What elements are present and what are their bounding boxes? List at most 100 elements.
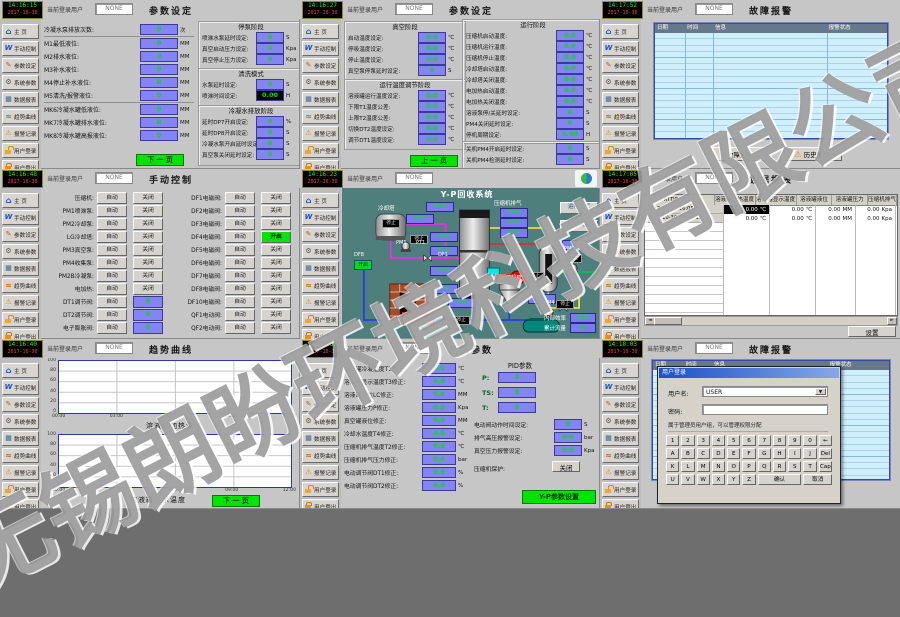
state-button[interactable]: 关闭 [133,231,163,243]
sidebar-item[interactable]: 数据报表 [2,261,39,276]
param-value-field[interactable]: 0.0 [556,63,584,74]
keyboard-key[interactable]: Del [819,448,832,459]
keyboard-key[interactable]: R [773,461,786,472]
report-cell[interactable]: 0.00MM [815,205,855,214]
keyboard-key[interactable]: F [742,448,755,459]
sidebar-item[interactable]: 主 页 [302,363,339,378]
keyboard-key[interactable]: 7 [758,435,771,446]
sidebar-item[interactable]: 趋势曲线 [302,109,339,124]
sidebar-item[interactable]: 数据报表 [302,431,339,446]
param-value-field[interactable]: 0 [554,419,582,430]
history-alarm-button[interactable]: ⚠历史报警 [782,147,842,161]
sidebar-item[interactable]: 用户登出 [302,329,339,339]
sidebar-item[interactable]: 报警记录 [302,126,339,141]
keyboard-key[interactable]: S [788,461,801,472]
auto-button[interactable]: 自动 [225,218,255,230]
sidebar-item[interactable]: 数据报表 [602,261,639,276]
param-value-field[interactable]: 0 [256,43,284,54]
sidebar-item[interactable]: 手动控制 [302,380,339,395]
state-button[interactable]: 关闭 [133,192,163,204]
sidebar-item[interactable]: 参数设定 [2,58,39,73]
report-table[interactable]: RTDB_Time溶液罐加热温度溶液罐显示温度溶液罐液位溶液罐压力压缩机排气 2… [644,194,898,316]
state-button[interactable]: 0 [133,309,163,321]
param-value-field[interactable]: 0.0 [422,480,456,491]
settings-button[interactable]: 设置 [848,326,896,337]
keyboard-key[interactable]: 0 [803,435,816,446]
sidebar-item[interactable]: 用户登录 [602,312,639,327]
state-button[interactable]: 关闭 [261,322,291,334]
param-value-field[interactable]: 0 [140,104,178,115]
sidebar-item[interactable]: 参数设定 [602,58,639,73]
sidebar-item[interactable]: 数据报表 [2,431,39,446]
keyboard-key[interactable]: 1 [666,435,679,446]
sidebar-item[interactable]: 主 页 [302,24,339,39]
param-value-field[interactable]: 0.0 [418,54,446,65]
auto-button[interactable]: 自动 [97,322,127,334]
sidebar-item[interactable]: 数据报表 [302,261,339,276]
sidebar-item[interactable]: 趋势曲线 [602,109,639,124]
report-cell[interactable]: 0.00℃ [769,205,815,214]
param-value-field[interactable]: 0 [256,32,284,43]
auto-button[interactable]: 自动 [97,192,127,204]
keyboard-key[interactable]: 4 [712,435,725,446]
keyboard-key[interactable]: 5 [727,435,740,446]
sidebar-item[interactable]: 系统参数 [302,414,339,429]
auto-button[interactable]: 自动 [97,231,127,243]
sidebar-item[interactable]: 数据报表 [602,92,639,107]
alarm-table[interactable]: 日期时间信息报警状态 [654,23,888,139]
keyboard-key[interactable]: D [712,448,725,459]
param-value-field[interactable]: 0.0 [422,402,456,413]
sidebar-item[interactable]: 参数设定 [602,397,639,412]
param-value-field[interactable]: 0 [140,90,178,101]
state-button[interactable]: 关闭 [261,192,291,204]
sidebar-item[interactable]: 用户登出 [602,329,639,339]
sidebar-item[interactable]: 用户登录 [2,482,39,497]
password-input[interactable] [702,404,828,415]
keyboard-key[interactable]: 取消 [803,474,832,485]
keyboard-key[interactable]: M [697,461,710,472]
scroll-thumb[interactable] [654,317,682,325]
fault-reset-button[interactable]: 故障复位 [712,147,768,161]
param-value-field[interactable]: 0.0 [422,376,456,387]
sidebar-item[interactable]: 趋势曲线 [302,448,339,463]
sidebar-item[interactable]: 报警记录 [602,295,639,310]
param-value-field[interactable]: 0.0 [422,454,456,465]
keyboard-key[interactable]: Q [758,461,771,472]
sidebar-item[interactable]: 趋势曲线 [602,278,639,293]
sidebar-item[interactable]: 主 页 [2,24,39,39]
param-value-field[interactable]: 0.0 [556,96,584,107]
param-value-field[interactable]: 0.0 [422,428,456,439]
report-cell[interactable]: 0.00Kpa [855,214,895,223]
param-value-field[interactable]: 0.0 [554,445,582,456]
prev-page-button[interactable]: 上 一 页 [410,155,458,167]
sidebar-item[interactable]: 用户登出 [2,160,39,169]
keyboard-key[interactable]: Cap [819,461,832,472]
param-value-field[interactable]: 0.0 [418,112,446,123]
run-mode-button[interactable]: 运行模式 [560,202,598,214]
sidebar-item[interactable]: 报警记录 [602,126,639,141]
keyboard-key[interactable]: I [788,448,801,459]
auto-button[interactable]: 自动 [225,283,255,295]
horizontal-scrollbar[interactable]: ◄ ► [644,316,898,326]
sidebar-item[interactable]: 用户登录 [2,143,39,158]
chevron-down-icon[interactable]: ▼ [815,388,826,395]
auto-button[interactable]: 自动 [97,205,127,217]
trend-chart-2[interactable] [58,434,292,488]
param-value-field[interactable]: 0.0 [556,52,584,63]
compressor-protect-button[interactable]: 关闭 [552,461,580,472]
pid-value-field[interactable]: 0 [498,402,536,413]
sidebar-item[interactable]: 系统参数 [602,414,639,429]
param-value-field[interactable]: 0 [256,116,284,127]
state-button[interactable]: 关闭 [261,218,291,230]
sidebar-item[interactable]: 用户登出 [602,160,639,169]
sidebar-item[interactable]: 手动控制 [2,380,39,395]
auto-button[interactable]: 自动 [225,205,255,217]
keyboard-key[interactable]: Y [727,474,740,485]
keyboard-key[interactable]: O [727,461,740,472]
param-setup-button[interactable]: Y-P参数设置 [522,490,596,504]
sidebar-item[interactable]: 系统参数 [602,244,639,259]
sidebar-item[interactable]: 系统参数 [2,75,39,90]
param-value-field[interactable]: 0 [556,107,584,118]
sidebar-item[interactable]: 趋势曲线 [602,448,639,463]
param-value-field[interactable]: 0 [418,65,446,76]
